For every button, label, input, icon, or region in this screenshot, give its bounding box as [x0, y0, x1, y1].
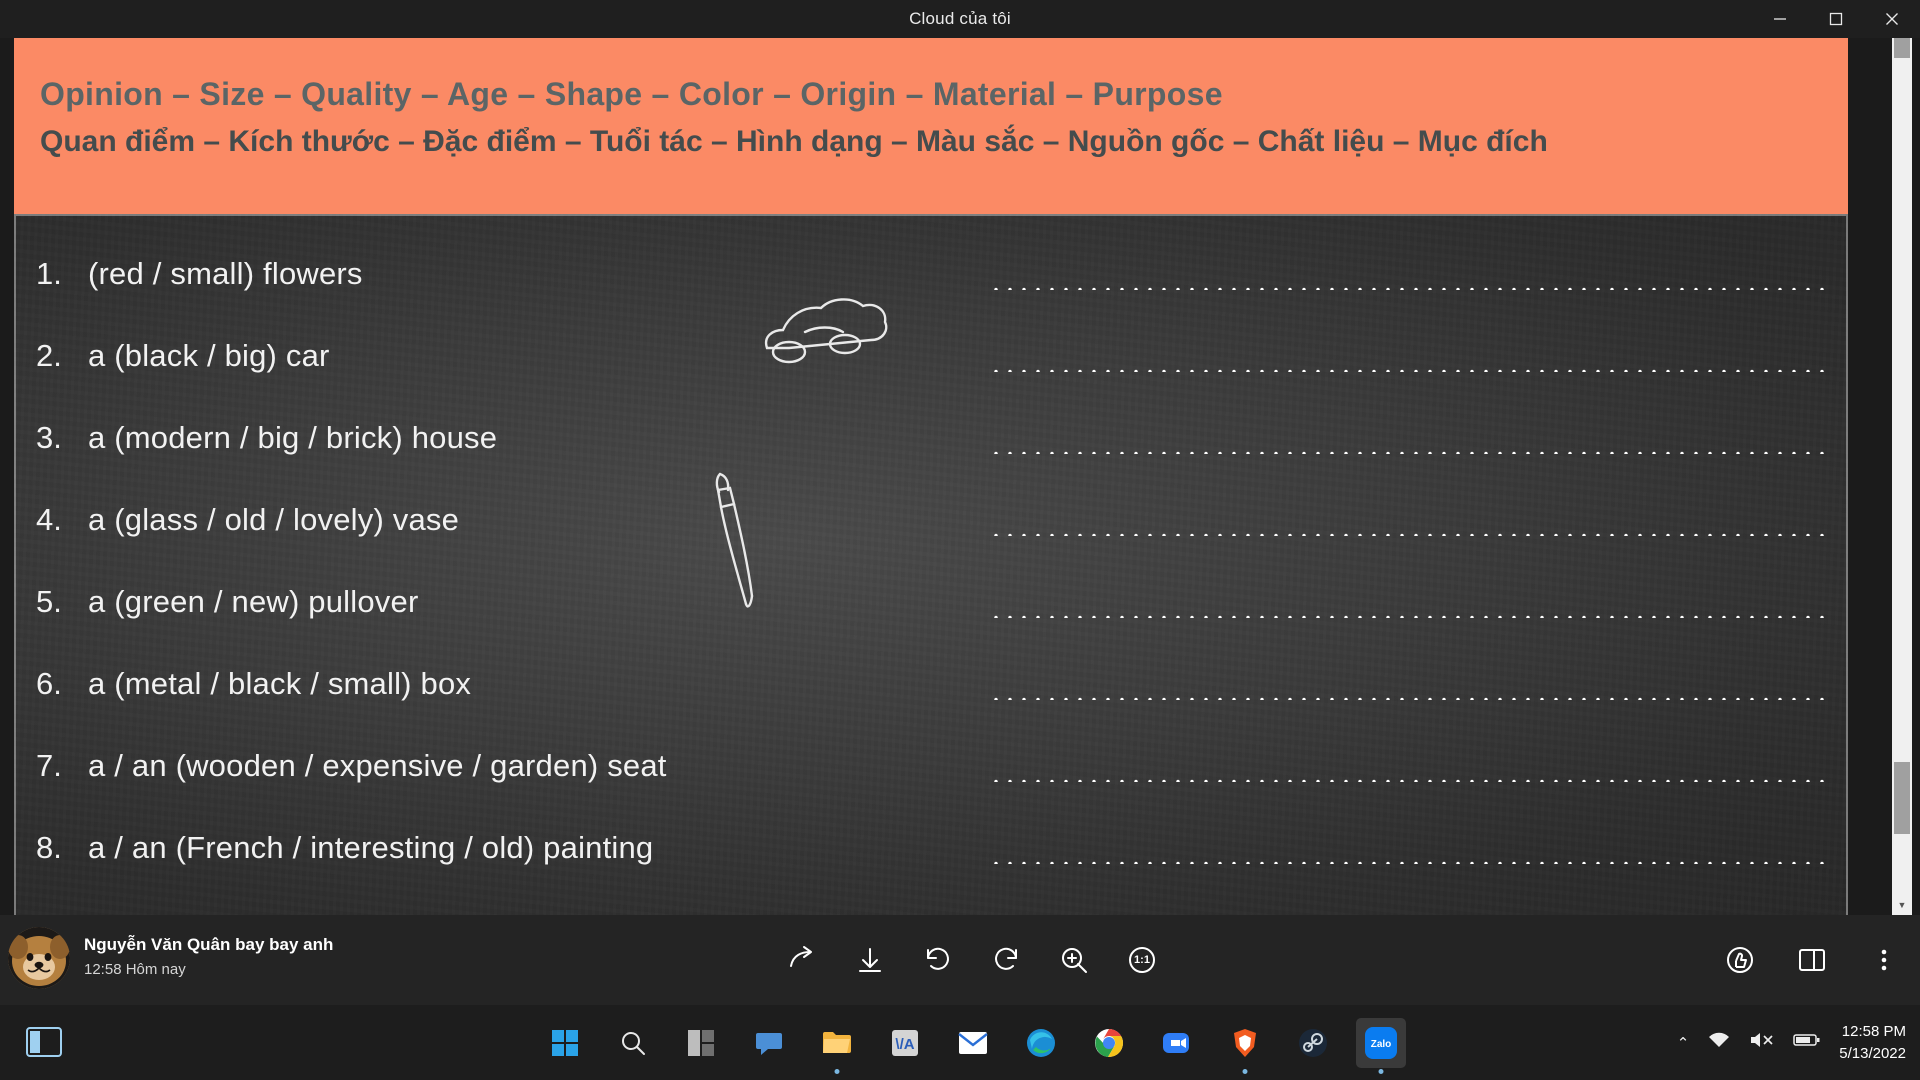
- zoom-app-icon[interactable]: [1152, 1018, 1202, 1068]
- paintbrush-doodle: [715, 472, 754, 608]
- zalo-icon[interactable]: Zalo: [1356, 1017, 1406, 1074]
- file-explorer-icon[interactable]: [812, 1018, 862, 1074]
- answer-line: [989, 532, 1827, 536]
- list-item: 6. a (metal / black / small) box: [36, 666, 471, 702]
- item-number: 3.: [36, 420, 62, 455]
- sender-name: Nguyễn Văn Quân bay bay anh: [84, 935, 334, 954]
- answer-line: [989, 368, 1827, 372]
- scrollbar-thumb-top[interactable]: [1894, 38, 1910, 58]
- window-title: Cloud của tôi: [909, 9, 1011, 28]
- item-text: a (modern / big / brick) house: [88, 420, 498, 455]
- clock-date: 5/13/2022: [1839, 1044, 1906, 1062]
- item-text: a / an (French / interesting / old) pain…: [88, 830, 654, 865]
- search-icon[interactable]: [608, 1018, 658, 1068]
- scrollbar-thumb[interactable]: [1894, 762, 1910, 834]
- svg-text:\/A: \/A: [895, 1036, 914, 1053]
- task-view-icon[interactable]: [18, 1017, 70, 1067]
- answer-line: [989, 696, 1827, 700]
- adjective-order-header: Opinion – Size – Quality – Age – Shape –…: [14, 38, 1848, 214]
- google-chrome-icon[interactable]: [1084, 1018, 1134, 1068]
- list-item: 8. a / an (French / interesting / old) p…: [36, 830, 653, 866]
- blackboard: 1. (red / small) flowers 2. a (black / b…: [14, 214, 1848, 940]
- chat-icon[interactable]: [744, 1018, 794, 1068]
- brave-browser-icon[interactable]: [1220, 1018, 1270, 1074]
- answer-line: [989, 450, 1827, 454]
- list-item: 3. a (modern / big / brick) house: [36, 420, 497, 456]
- item-number: 7.: [36, 748, 62, 783]
- viewer-right-tools: [1718, 915, 1906, 1005]
- avatar[interactable]: [8, 927, 70, 989]
- volume-muted-icon[interactable]: [1749, 1030, 1775, 1055]
- taskbar: \/A Zalo ⌃ 12:58 PM 5/13/2022: [0, 1005, 1920, 1080]
- actual-size-label: 1:1: [1134, 954, 1150, 966]
- list-item: 1. (red / small) flowers: [36, 256, 363, 292]
- header-english-order: Opinion – Size – Quality – Age – Shape –…: [40, 76, 1223, 112]
- microsoft-edge-icon[interactable]: [1016, 1018, 1066, 1068]
- clock[interactable]: 12:58 PM 5/13/2022: [1839, 1021, 1906, 1065]
- vertical-scrollbar[interactable]: ▲ ▼: [1892, 38, 1912, 915]
- viewer-bottom-bar: Nguyễn Văn Quân bay bay anh 12:58 Hôm na…: [0, 915, 1920, 1005]
- maximize-button[interactable]: [1808, 0, 1864, 38]
- list-item: 7. a / an (wooden / expensive / garden) …: [36, 748, 667, 784]
- image-viewer: Opinion – Size – Quality – Age – Shape –…: [0, 38, 1920, 940]
- wifi-icon[interactable]: [1707, 1030, 1731, 1055]
- more-options-icon[interactable]: [1862, 938, 1906, 982]
- avatar-image: [8, 927, 70, 989]
- svg-text:Zalo: Zalo: [1371, 1039, 1392, 1050]
- share-icon[interactable]: [780, 938, 824, 982]
- clock-time: 12:58 PM: [1841, 1022, 1906, 1040]
- rotate-right-icon[interactable]: [984, 938, 1028, 982]
- item-text: a (green / new) pullover: [88, 584, 419, 619]
- window-title-bar: Cloud của tôi: [0, 0, 1920, 38]
- sender-timestamp: 12:58 Hôm nay: [84, 961, 186, 978]
- list-item: 4. a (glass / old / lovely) vase: [36, 502, 459, 538]
- minimize-button[interactable]: [1752, 0, 1808, 38]
- battery-icon[interactable]: [1793, 1032, 1821, 1053]
- steam-icon[interactable]: [1288, 1018, 1338, 1068]
- item-text: a (metal / black / small) box: [88, 666, 472, 701]
- header-vietnamese-order: Quan điểm – Kích thước – Đặc điểm – Tuổi…: [40, 125, 1548, 158]
- item-number: 6.: [36, 666, 62, 701]
- item-number: 5.: [36, 584, 62, 619]
- item-number: 2.: [36, 338, 62, 373]
- car-doodle: [764, 298, 888, 364]
- item-number: 8.: [36, 830, 62, 865]
- download-icon[interactable]: [848, 938, 892, 982]
- close-button[interactable]: [1864, 0, 1920, 38]
- viewer-toolbar: 1:1: [780, 915, 1164, 1005]
- app-running-dot: [1378, 1068, 1384, 1074]
- item-text: a (black / big) car: [88, 338, 330, 373]
- mail-icon[interactable]: [948, 1018, 998, 1068]
- system-tray: ⌃ 12:58 PM 5/13/2022: [1677, 1005, 1906, 1080]
- actual-size-icon[interactable]: 1:1: [1120, 938, 1164, 982]
- item-number: 4.: [36, 502, 62, 537]
- app-running-dot: [1242, 1068, 1248, 1074]
- slide-image[interactable]: Opinion – Size – Quality – Age – Shape –…: [14, 38, 1848, 940]
- list-item: 5. a (green / new) pullover: [36, 584, 418, 620]
- scroll-down-button[interactable]: ▼: [1892, 895, 1912, 915]
- widgets-icon[interactable]: [676, 1018, 726, 1068]
- item-text: a (glass / old / lovely) vase: [88, 502, 460, 537]
- list-item: 2. a (black / big) car: [36, 338, 330, 374]
- app-running-dot: [834, 1068, 840, 1074]
- unikey-icon[interactable]: \/A: [880, 1018, 930, 1068]
- answer-line: [989, 614, 1827, 618]
- answer-line: [989, 286, 1827, 290]
- show-hidden-icons-chevron[interactable]: ⌃: [1677, 1034, 1690, 1052]
- item-text: (red / small) flowers: [88, 256, 363, 291]
- taskbar-apps: \/A Zalo: [540, 1005, 1406, 1080]
- answer-line: [989, 778, 1827, 782]
- thumbs-up-icon[interactable]: [1718, 938, 1762, 982]
- start-icon[interactable]: [540, 1018, 590, 1068]
- item-text: a / an (wooden / expensive / garden) sea…: [88, 748, 667, 783]
- split-view-icon[interactable]: [1790, 938, 1834, 982]
- window-controls: [1752, 0, 1920, 38]
- sender-info: Nguyễn Văn Quân bay bay anh 12:58 Hôm na…: [84, 935, 333, 978]
- zoom-in-icon[interactable]: [1052, 938, 1096, 982]
- rotate-left-icon[interactable]: [916, 938, 960, 982]
- answer-line: [989, 860, 1827, 864]
- item-number: 1.: [36, 256, 62, 291]
